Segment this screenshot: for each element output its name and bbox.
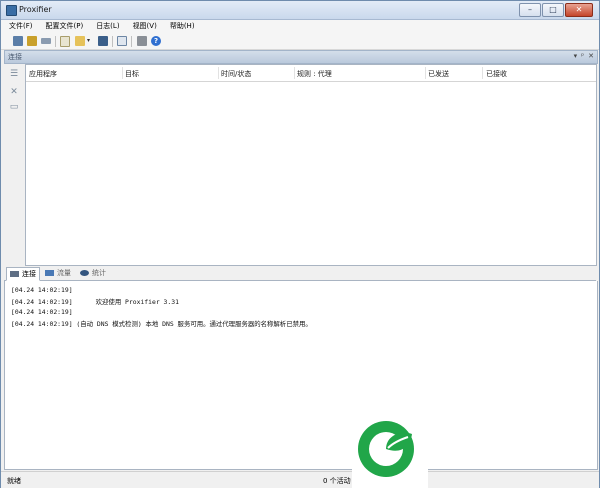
traffic-chart-icon bbox=[45, 270, 54, 276]
log-line: [04.24 14:02:19] bbox=[11, 308, 73, 316]
rules-icon[interactable] bbox=[41, 38, 51, 44]
toolbar-separator bbox=[112, 36, 113, 47]
print-icon[interactable] bbox=[137, 36, 147, 46]
kill-connection-icon[interactable]: ✕ bbox=[9, 87, 19, 97]
menu-help[interactable]: 帮助(H) bbox=[162, 20, 200, 33]
menu-view[interactable]: 视图(V) bbox=[125, 20, 162, 33]
side-toolbar: ☰ ✕ ▭ bbox=[5, 64, 23, 264]
column-header-target[interactable]: 目标 bbox=[125, 69, 139, 79]
log-panel[interactable]: [04.24 14:02:19] [04.24 14:02:19] 欢迎使用 P… bbox=[4, 281, 598, 470]
column-separator[interactable] bbox=[482, 67, 483, 79]
menu-bar: 文件(F) 配置文件(P) 日志(L) 视图(V) 帮助(H) bbox=[1, 20, 599, 33]
minimize-button[interactable]: – bbox=[519, 3, 541, 17]
list-view-icon[interactable]: ☰ bbox=[9, 69, 19, 79]
column-separator[interactable] bbox=[218, 67, 219, 79]
log-line: [04.24 14:02:19] (自动 DNS 模式检测) 本地 DNS 服务… bbox=[11, 320, 312, 328]
menu-file[interactable]: 文件(F) bbox=[1, 20, 38, 33]
close-button[interactable]: ✕ bbox=[565, 3, 593, 17]
tab-traffic-label: 流量 bbox=[57, 269, 71, 277]
log-line: [04.24 14:02:19] 欢迎使用 Proxifier 3.31 bbox=[11, 298, 179, 306]
open-folder-icon[interactable] bbox=[75, 36, 85, 46]
panel-close-icon[interactable]: ✕ bbox=[588, 51, 594, 62]
dropdown-icon[interactable]: ▾ bbox=[87, 38, 93, 44]
connections-panel-title: 连接 bbox=[8, 53, 22, 61]
column-separator[interactable] bbox=[122, 67, 123, 79]
tab-connections[interactable]: 连接 bbox=[6, 267, 40, 281]
menu-log[interactable]: 日志(L) bbox=[88, 20, 124, 33]
window-title: Proxifier bbox=[19, 5, 52, 14]
tab-statistics-label: 统计 bbox=[92, 269, 106, 277]
connections-panel-header: 连接 ▾ ᵖ ✕ bbox=[4, 50, 598, 64]
status-bar: 就绪 0 个活动 bbox=[1, 471, 599, 488]
tab-traffic[interactable]: 流量 bbox=[42, 267, 74, 279]
menu-profile[interactable]: 配置文件(P) bbox=[38, 20, 89, 33]
tab-connections-label: 连接 bbox=[22, 270, 36, 278]
help-icon[interactable]: ? bbox=[151, 36, 161, 46]
status-ready: 就绪 bbox=[7, 477, 21, 485]
tab-statistics[interactable]: 统计 bbox=[77, 267, 109, 279]
column-header-sent[interactable]: 已发送 bbox=[428, 69, 449, 79]
leaf-logo-icon bbox=[358, 421, 414, 477]
save-icon[interactable] bbox=[98, 36, 108, 46]
toolbar-separator bbox=[131, 36, 132, 47]
main-window: Proxifier – □ ✕ 文件(F) 配置文件(P) 日志(L) 视图(V… bbox=[0, 0, 600, 488]
connections-table: 应用程序 目标 时间/状态 规则 : 代理 已发送 已接收 bbox=[25, 64, 597, 266]
bottom-tab-strip: 连接 流量 统计 bbox=[4, 266, 596, 281]
copy-icon[interactable] bbox=[117, 36, 127, 46]
column-separator[interactable] bbox=[294, 67, 295, 79]
column-header-application[interactable]: 应用程序 bbox=[29, 69, 57, 79]
connections-icon[interactable] bbox=[13, 36, 23, 46]
column-header-rule-proxy[interactable]: 规则 : 代理 bbox=[297, 69, 332, 79]
column-separator[interactable] bbox=[425, 67, 426, 79]
toolbar: ▾ ? bbox=[1, 33, 599, 50]
panel-menu-icon[interactable]: ▾ bbox=[574, 51, 578, 62]
connection-properties-icon[interactable]: ▭ bbox=[9, 102, 19, 112]
title-bar[interactable]: Proxifier – □ ✕ bbox=[1, 1, 599, 20]
log-line: [04.24 14:02:19] bbox=[11, 286, 73, 294]
statistics-icon bbox=[80, 270, 89, 276]
connections-table-header: 应用程序 目标 时间/状态 规则 : 代理 已发送 已接收 bbox=[26, 65, 596, 82]
panel-pin-icon[interactable]: ᵖ bbox=[581, 51, 584, 62]
column-header-time-status[interactable]: 时间/状态 bbox=[221, 69, 251, 79]
watermark-logo bbox=[352, 412, 428, 488]
toolbar-separator bbox=[55, 36, 56, 47]
status-active-count: 0 个活动 bbox=[323, 477, 351, 485]
column-header-received[interactable]: 已接收 bbox=[486, 69, 507, 79]
maximize-button[interactable]: □ bbox=[542, 3, 564, 17]
profile-icon[interactable] bbox=[27, 36, 37, 46]
connections-tab-icon bbox=[10, 271, 19, 277]
proxifier-app-icon bbox=[6, 5, 17, 16]
new-file-icon[interactable] bbox=[60, 36, 70, 47]
